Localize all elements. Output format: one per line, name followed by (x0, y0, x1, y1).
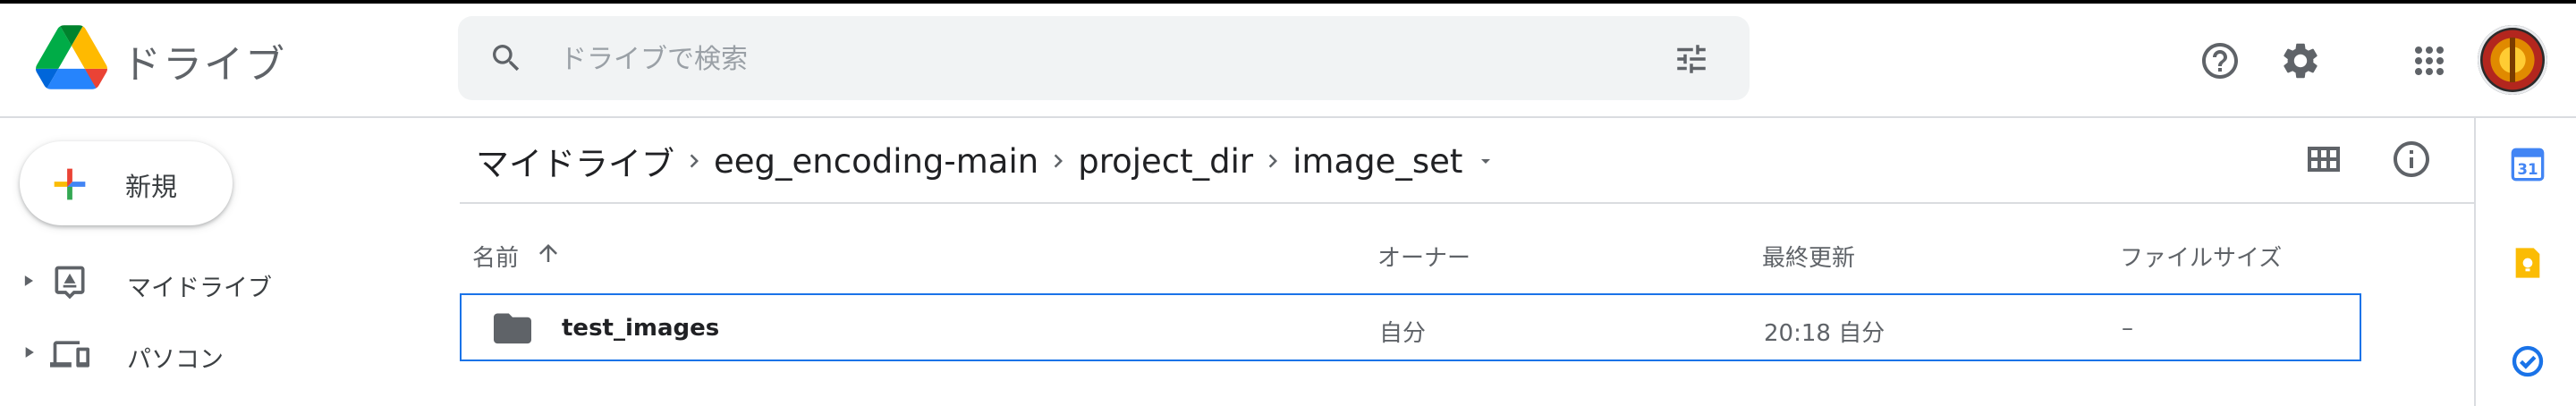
new-button-label: 新規 (125, 172, 178, 202)
grid-view-icon[interactable] (2302, 138, 2345, 181)
column-header-owner: オーナー (1377, 245, 1471, 272)
breadcrumb-current[interactable]: image_set (1292, 142, 1462, 181)
search-input[interactable] (558, 32, 1581, 86)
drive-folder-icon (55, 266, 85, 300)
sidebar-item-label: マイドライブ (127, 275, 272, 302)
tasks-icon[interactable] (2510, 343, 2546, 379)
side-panel: 31 (2474, 116, 2576, 406)
google-drive-logo[interactable] (36, 25, 107, 89)
column-header-modified[interactable]: 最終更新 (1762, 240, 1855, 273)
plus-icon (54, 168, 86, 200)
breadcrumb-item[interactable]: マイドライブ (476, 137, 674, 185)
expand-arrow-icon[interactable] (20, 272, 38, 290)
new-button[interactable]: 新規 (20, 141, 233, 225)
computers-icon (50, 341, 89, 368)
keep-icon[interactable] (2510, 245, 2546, 281)
search-bar[interactable] (458, 16, 1750, 100)
account-avatar[interactable] (2478, 25, 2547, 95)
sidebar-item-my-drive[interactable]: マイドライブ (0, 250, 447, 313)
column-header-name[interactable]: 名前 (472, 240, 519, 273)
sidebar-item-label: パソコン (127, 346, 224, 374)
file-name: test_images (562, 315, 720, 342)
column-header-size: ファイルサイズ (2120, 245, 2283, 272)
sort-ascending-icon[interactable] (535, 240, 562, 266)
file-owner: 自分 (1379, 320, 1427, 347)
expand-arrow-icon[interactable] (20, 343, 38, 361)
chevron-right-icon (1038, 136, 1078, 186)
file-modified: 20:18 自分 (1764, 320, 1885, 347)
search-options-icon[interactable] (1673, 40, 1710, 78)
folder-icon (494, 313, 531, 344)
calendar-icon[interactable]: 31 (2510, 147, 2546, 182)
breadcrumb-item[interactable]: project_dir (1078, 142, 1253, 181)
table-row[interactable]: test_images 自分 20:18 自分 – (460, 293, 2361, 361)
apps-grid-icon[interactable] (2408, 39, 2451, 82)
app-name: ドライブ (122, 42, 286, 88)
chevron-right-icon (1253, 136, 1292, 186)
divider (460, 202, 2474, 204)
breadcrumb: マイドライブ eeg_encoding-main project_dir ima… (476, 136, 1496, 186)
gear-icon[interactable] (2279, 39, 2322, 82)
chevron-right-icon (674, 136, 714, 186)
svg-text:31: 31 (2517, 161, 2538, 178)
sidebar-item-computers[interactable]: パソコン (0, 322, 447, 385)
search-icon[interactable] (488, 40, 524, 76)
app-header: ドライブ (0, 4, 2576, 118)
folder-menu-dropdown-icon[interactable] (1475, 150, 1496, 172)
file-size: – (2122, 315, 2133, 342)
info-icon[interactable] (2390, 138, 2433, 181)
help-icon[interactable] (2199, 39, 2241, 82)
breadcrumb-item[interactable]: eeg_encoding-main (714, 142, 1038, 181)
